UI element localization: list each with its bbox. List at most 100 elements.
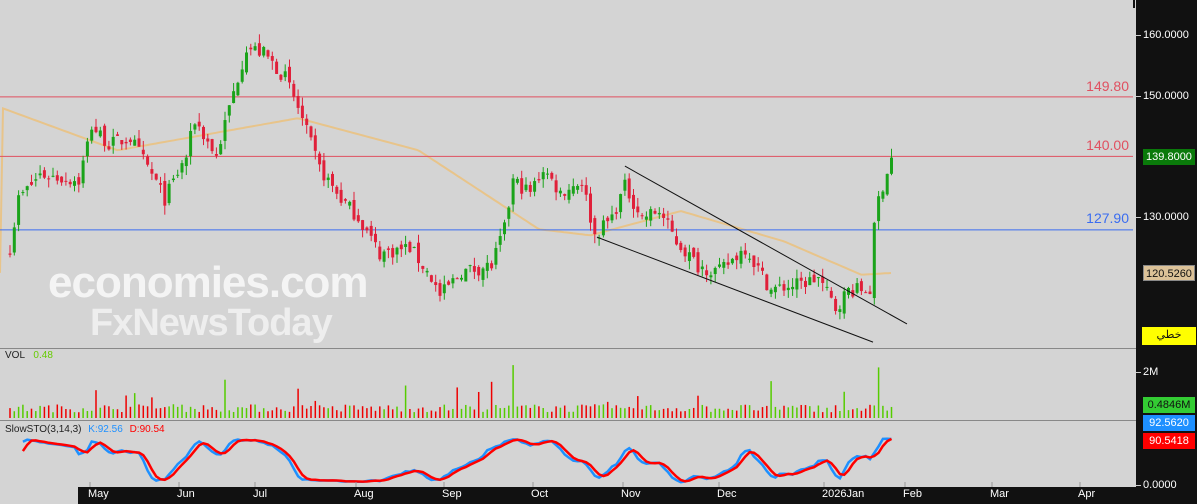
candle <box>193 124 197 130</box>
candle <box>524 184 528 191</box>
candle <box>632 194 635 209</box>
candle <box>429 275 433 282</box>
candle <box>90 129 94 141</box>
candle <box>627 178 631 199</box>
candle <box>163 180 167 206</box>
candle <box>743 250 747 255</box>
price-chart[interactable] <box>0 0 1136 504</box>
candle <box>154 173 158 180</box>
candle <box>842 291 846 314</box>
candle <box>412 246 416 248</box>
candle <box>137 138 141 147</box>
candle <box>184 157 188 167</box>
candle <box>614 212 618 214</box>
candle <box>739 250 743 264</box>
ma-value-tag: 120.5260 <box>1143 265 1195 281</box>
candle <box>335 186 339 194</box>
candle <box>25 186 29 191</box>
candle <box>68 181 72 185</box>
candle <box>240 69 244 82</box>
candle <box>687 252 691 262</box>
candle <box>761 267 764 271</box>
candle <box>872 222 876 299</box>
candle <box>296 96 300 108</box>
candle <box>103 125 107 146</box>
candle <box>236 82 240 96</box>
candle <box>417 242 420 264</box>
candle <box>214 154 218 156</box>
candle <box>623 179 627 191</box>
month-label: Dec <box>717 488 737 500</box>
candle <box>816 277 820 279</box>
axis-tick: 130.0000 <box>1136 210 1197 224</box>
candle <box>300 105 304 119</box>
candle <box>829 290 833 298</box>
candle <box>520 178 524 194</box>
candle <box>808 277 812 286</box>
candle <box>197 121 201 127</box>
candle <box>550 172 554 179</box>
candle <box>666 218 670 220</box>
candle <box>266 50 270 57</box>
candle <box>326 177 330 181</box>
candle <box>593 218 597 235</box>
axis-tick: 160.0000 <box>1136 28 1197 42</box>
candle <box>773 286 777 293</box>
candle <box>202 126 205 140</box>
candle <box>399 244 403 250</box>
month-label: Oct <box>531 488 549 500</box>
level-label: 140.00 <box>1086 137 1129 153</box>
candle <box>257 43 261 56</box>
candle <box>468 265 472 267</box>
d-value-tag: 90.5418 <box>1143 433 1195 449</box>
candle <box>85 141 89 157</box>
candle <box>890 157 893 174</box>
candle <box>700 266 704 270</box>
candle <box>275 61 279 74</box>
candle <box>769 289 773 294</box>
candle <box>365 227 369 231</box>
candle <box>176 174 180 176</box>
candle <box>885 173 889 195</box>
candle <box>756 263 760 266</box>
candle <box>73 181 76 186</box>
volume-title: VOL 0.48 <box>5 350 53 361</box>
month-label: Jul <box>253 488 268 500</box>
candle <box>395 247 399 255</box>
candle <box>812 274 816 283</box>
candle <box>795 278 799 290</box>
candle <box>124 141 128 144</box>
candle <box>210 139 214 152</box>
candle <box>133 139 137 146</box>
month-label: Feb <box>903 488 922 500</box>
candle <box>361 220 365 230</box>
sto-title: SlowSTO(3,14,3) K:92.56 D:90.54 <box>5 424 165 435</box>
candle <box>778 284 782 286</box>
candle <box>369 225 373 236</box>
candle <box>692 247 696 257</box>
candle <box>382 251 386 262</box>
candle <box>683 247 687 257</box>
candle <box>855 283 859 293</box>
candle <box>249 47 253 50</box>
chart-style-button[interactable]: خطي <box>1142 327 1196 345</box>
candle <box>167 183 171 204</box>
candle <box>408 241 412 252</box>
candle <box>705 270 709 276</box>
candle <box>223 120 227 141</box>
candle <box>159 183 162 185</box>
last-price-tag: 139.8000 <box>1143 149 1195 165</box>
candle <box>782 284 786 291</box>
candle <box>881 191 885 199</box>
candle <box>644 216 648 220</box>
candle <box>98 130 102 137</box>
candle <box>55 175 59 181</box>
candle <box>804 280 807 287</box>
candle <box>722 262 726 268</box>
candle <box>150 169 154 174</box>
candle <box>546 173 549 175</box>
candle <box>442 284 446 294</box>
candle <box>507 207 511 219</box>
trendline <box>624 165 908 325</box>
candle <box>94 126 98 133</box>
